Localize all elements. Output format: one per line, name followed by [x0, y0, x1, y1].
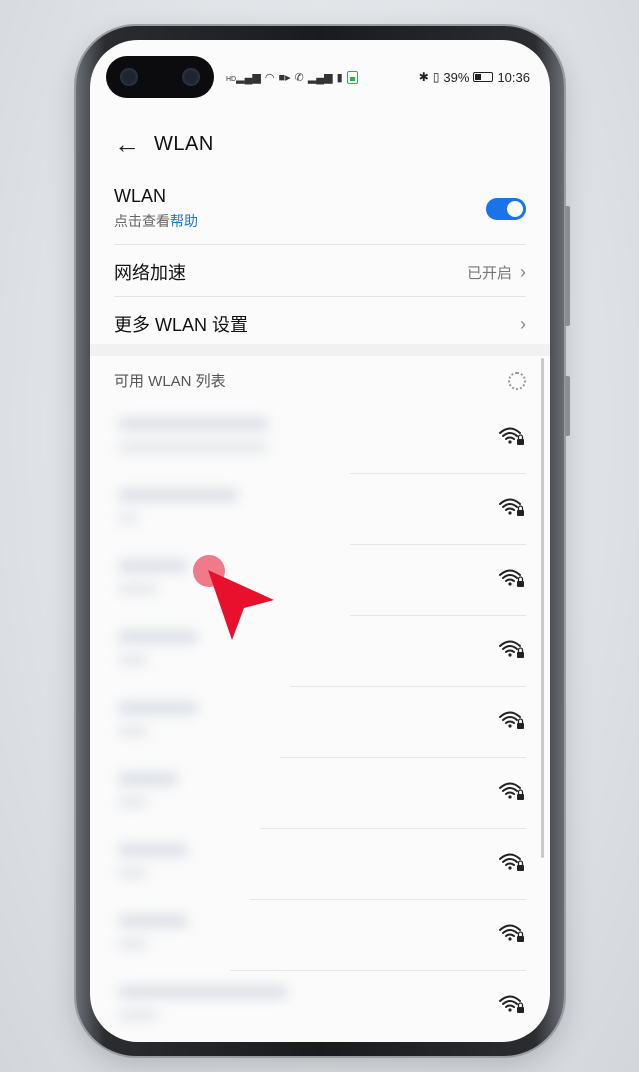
status-bar: HD▂▄▆ ◠ ■▸ ✆ ▂▄▆ ▮ ✱ ▯ 39% 10:36 [226, 68, 530, 86]
network-detail-blurred [118, 584, 158, 594]
battery-green-icon [346, 70, 358, 84]
network-name-blurred [118, 844, 188, 856]
network-detail-blurred [118, 726, 148, 736]
wlan-network-item[interactable] [114, 830, 526, 900]
clock: 10:36 [497, 69, 530, 85]
camera-lens-icon [182, 68, 200, 86]
wlan-network-item[interactable] [114, 688, 526, 758]
wifi-lock-icon [499, 640, 524, 658]
available-wlan-title: 可用 WLAN 列表 [114, 373, 226, 390]
wifi-lock-icon [499, 924, 524, 942]
more-wlan-settings-label: 更多 WLAN 设置 [114, 315, 249, 335]
divider [260, 828, 526, 829]
network-detail-blurred [118, 442, 268, 452]
network-accel-value: 已开启 [466, 264, 512, 282]
divider [250, 899, 526, 900]
wlan-network-item[interactable] [114, 404, 526, 474]
power-button [565, 376, 570, 436]
app-bar: ← WLAN [114, 126, 526, 162]
video-icon: ■▸ [278, 71, 291, 84]
wlan-toggle-row[interactable]: WLAN 点击查看帮助 [114, 186, 526, 231]
network-detail-blurred [118, 797, 148, 807]
network-detail-blurred [118, 655, 148, 665]
divider [290, 686, 526, 687]
wlan-toggle-text: WLAN 点击查看帮助 [114, 186, 198, 231]
network-name-blurred [118, 631, 198, 643]
network-detail-blurred [118, 939, 148, 949]
network-detail-blurred [118, 1010, 158, 1020]
wifi-lock-icon [499, 427, 524, 445]
status-right: ✱ ▯ 39% 10:36 [419, 70, 530, 85]
network-accel-row[interactable]: 网络加速 已开启 › [114, 258, 526, 286]
loading-spinner-icon [508, 371, 526, 390]
network-accel-value-wrap: 已开启 › [467, 262, 526, 283]
scrollbar[interactable] [541, 358, 544, 858]
wifi-lock-icon [499, 569, 524, 587]
wifi-lock-icon [499, 853, 524, 871]
wlan-switch[interactable] [486, 197, 526, 220]
battery-icon [473, 72, 494, 82]
hd-signal-icon: HD▂▄▆ [226, 71, 261, 84]
phone-screen: HD▂▄▆ ◠ ■▸ ✆ ▂▄▆ ▮ ✱ ▯ 39% 10:36 ← WLAN [90, 40, 550, 1042]
battery-percent: 39% [443, 69, 470, 85]
camera-lens-icon [120, 68, 138, 86]
wlan-help-text: 点击查看帮助 [114, 211, 198, 231]
phone-frame: HD▂▄▆ ◠ ■▸ ✆ ▂▄▆ ▮ ✱ ▯ 39% 10:36 ← WLAN [76, 26, 570, 1056]
wlan-network-item[interactable] [114, 972, 526, 1042]
wifi-lock-icon [499, 711, 524, 729]
network-name-blurred [118, 560, 188, 572]
network-name-blurred [118, 418, 268, 430]
more-wlan-settings-row[interactable]: 更多 WLAN 设置 › [114, 310, 526, 338]
network-name-blurred [118, 489, 238, 501]
wifi-icon: ◠ [264, 71, 275, 84]
help-prefix: 点击查看 [114, 213, 170, 229]
back-arrow-icon[interactable]: ← [114, 129, 154, 160]
more-wlan-chevron-wrap: › [520, 314, 526, 335]
vibrate-icon: ▯ [432, 70, 440, 84]
divider [230, 970, 526, 971]
signal-icon: ▂▄▆ [307, 71, 333, 84]
network-detail-blurred [118, 868, 148, 878]
help-link[interactable]: 帮助 [170, 213, 198, 229]
wifi-lock-icon [499, 498, 524, 516]
wlan-network-item[interactable] [114, 546, 526, 616]
status-left-icons: HD▂▄▆ ◠ ■▸ ✆ ▂▄▆ ▮ [226, 70, 358, 84]
wifi-lock-icon [499, 782, 524, 800]
page-title: WLAN [154, 132, 214, 155]
available-wlan-header: 可用 WLAN 列表 [114, 370, 526, 391]
chevron-right-icon: › [520, 261, 526, 282]
divider [350, 544, 526, 545]
wlan-toggle-label: WLAN [114, 186, 167, 206]
wlan-network-item[interactable] [114, 759, 526, 829]
bluetooth-icon: ✱ [418, 70, 429, 84]
phone-icon: ✆ [294, 71, 304, 84]
battery-small-icon: ▮ [336, 71, 343, 84]
wlan-network-item[interactable] [114, 617, 526, 687]
divider [350, 615, 526, 616]
divider [114, 296, 526, 297]
network-detail-blurred [118, 513, 138, 523]
network-accel-label: 网络加速 [114, 263, 186, 283]
chevron-right-icon: › [520, 313, 526, 334]
divider [350, 473, 526, 474]
wifi-lock-icon [499, 995, 524, 1013]
section-gap [90, 344, 550, 356]
camera-punch-hole [106, 56, 214, 98]
divider [114, 244, 526, 245]
network-name-blurred [118, 986, 288, 998]
divider [280, 757, 526, 758]
volume-button [565, 206, 570, 326]
network-name-blurred [118, 773, 178, 785]
network-name-blurred [118, 915, 188, 927]
wlan-network-item[interactable] [114, 475, 526, 545]
wlan-network-item[interactable] [114, 901, 526, 971]
network-name-blurred [118, 702, 198, 714]
